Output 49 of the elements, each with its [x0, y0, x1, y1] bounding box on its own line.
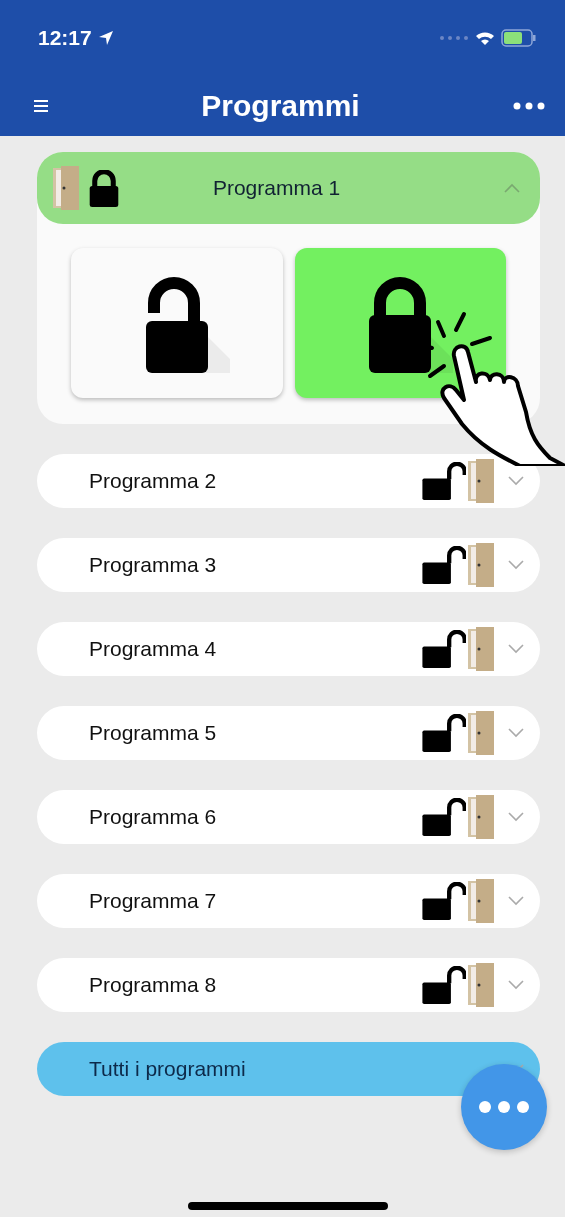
door-icon — [468, 795, 494, 839]
signal-icon — [439, 35, 469, 41]
program-name: Programma 2 — [89, 469, 218, 493]
lock-button[interactable] — [294, 248, 506, 398]
program-row[interactable]: Programma 2 — [37, 454, 540, 508]
menu-icon — [34, 100, 48, 112]
chevron-down-icon[interactable] — [508, 812, 524, 822]
door-icon — [468, 627, 494, 671]
program-name: Programma 1 — [211, 176, 342, 200]
door-icon — [468, 963, 494, 1007]
door-icon — [468, 879, 494, 923]
door-icon — [468, 543, 494, 587]
battery-icon — [501, 29, 537, 47]
program-name: Programma 3 — [89, 553, 218, 577]
program-header[interactable]: Programma 1 — [37, 152, 540, 224]
chevron-down-icon[interactable] — [508, 980, 524, 990]
program-row[interactable]: Programma 3 — [37, 538, 540, 592]
more-fab-button[interactable] — [461, 1064, 547, 1150]
program-name: Programma 6 — [89, 805, 218, 829]
status-time: 12:17 — [38, 26, 92, 50]
menu-button[interactable] — [34, 100, 48, 112]
lock-icon — [87, 169, 121, 207]
chevron-down-icon[interactable] — [508, 896, 524, 906]
program-name: Programma 7 — [89, 889, 218, 913]
unlock-button[interactable] — [71, 248, 283, 398]
chevron-down-icon[interactable] — [508, 560, 524, 570]
wifi-icon — [475, 30, 495, 46]
chevron-up-icon[interactable] — [504, 183, 520, 193]
screen-title: Programmi — [200, 89, 361, 123]
program-row[interactable]: Programma 7 — [37, 874, 540, 928]
more-button[interactable] — [513, 102, 545, 110]
program-name: Tutti i programmi — [89, 1057, 247, 1081]
more-icon — [513, 102, 545, 110]
door-icon — [468, 711, 494, 755]
more-icon — [479, 1101, 529, 1113]
program-name: Programma 5 — [89, 721, 218, 745]
program-row[interactable]: Programma 6 — [37, 790, 540, 844]
door-icon — [468, 459, 494, 503]
location-arrow-icon — [97, 30, 114, 46]
program-name: Programma 8 — [89, 973, 218, 997]
program-name: Programma 4 — [89, 637, 218, 661]
program-row[interactable]: Programma 4 — [37, 622, 540, 676]
all-programs-row[interactable]: Tutti i programmi — [37, 1042, 540, 1096]
program-row[interactable]: Programma 5 — [37, 706, 540, 760]
door-icon — [53, 166, 79, 210]
chevron-down-icon[interactable] — [508, 644, 524, 654]
program-row[interactable]: Programma 8 — [37, 958, 540, 1012]
chevron-down-icon[interactable] — [508, 728, 524, 738]
chevron-down-icon[interactable] — [508, 476, 524, 486]
